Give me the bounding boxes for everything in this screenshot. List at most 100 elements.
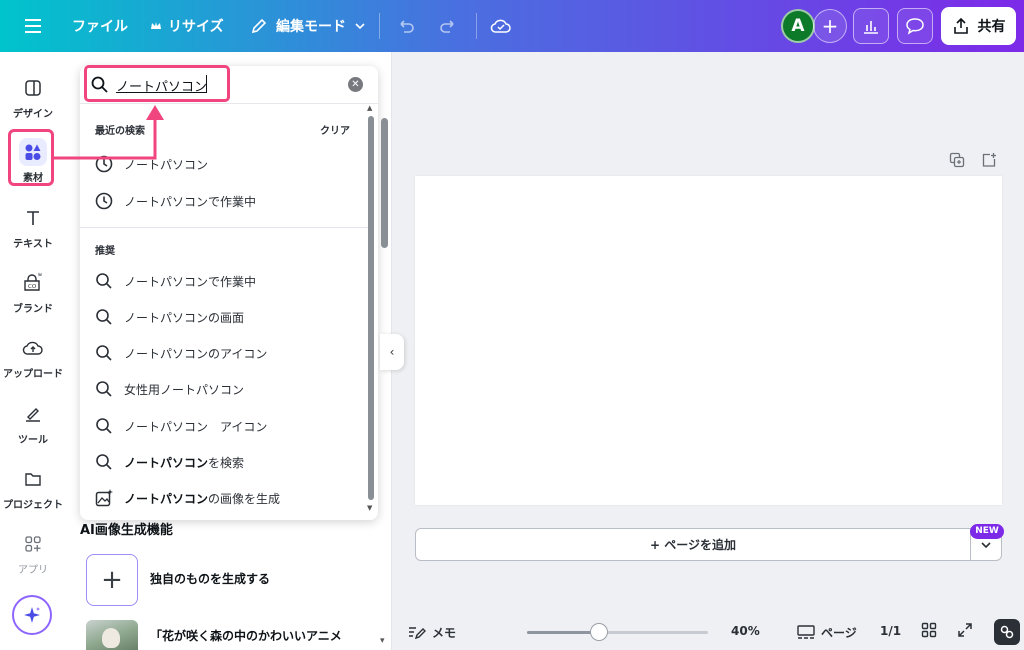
rail-item-upload[interactable]: アップロード — [0, 330, 66, 390]
redo-icon — [440, 20, 454, 33]
cloud-save-button[interactable] — [490, 0, 512, 52]
fullscreen-button[interactable] — [957, 622, 973, 638]
insights-button[interactable] — [853, 8, 889, 44]
suggestion-item[interactable]: ノートパソコンで作業中 — [80, 263, 370, 299]
zoom-slider-knob[interactable] — [590, 623, 608, 641]
scroll-down-arrow[interactable]: ▼ — [367, 504, 372, 512]
clear-search-icon[interactable]: ✕ — [348, 77, 363, 92]
suggestion-item[interactable]: ノートパソコンのアイコン — [80, 335, 370, 371]
plus-icon: + — [101, 565, 123, 595]
share-button[interactable]: 共有 — [941, 7, 1016, 45]
search-query-bold: ノートパソコン — [124, 456, 209, 470]
search-icon — [96, 418, 112, 434]
pages-label: ページ — [821, 626, 857, 640]
grid-view-button[interactable] — [921, 622, 937, 638]
rail-label: デザイン — [13, 109, 53, 120]
menu-icon[interactable] — [22, 15, 44, 37]
rail-item-design[interactable]: デザイン — [0, 70, 66, 130]
suggestion-item[interactable]: 女性用ノートパソコン — [80, 371, 370, 407]
rail-item-brand[interactable]: CO ブランド — [0, 265, 66, 325]
avatar-initial: A — [791, 16, 805, 36]
suggestion-item[interactable]: ノートパソコンの画面 — [80, 299, 370, 335]
help-feedback-button[interactable] — [994, 619, 1020, 645]
new-badge: NEW — [970, 524, 1004, 539]
avatar[interactable]: A — [781, 9, 815, 43]
generate-image-label: ノートパソコンの画像を生成 — [124, 490, 280, 507]
rail-label: アプリ — [18, 565, 48, 576]
toolbar-divider — [379, 13, 380, 39]
bar-chart-icon — [864, 21, 878, 34]
toolbar-divider — [476, 13, 477, 39]
collapse-panel-button[interactable]: ‹ — [380, 334, 404, 370]
suggestion-label: ノートパソコンの画面 — [124, 311, 245, 325]
scrollbar-thumb[interactable] — [368, 116, 374, 500]
pages-icon — [797, 624, 815, 639]
apps-icon — [19, 530, 47, 558]
chevron-down-icon — [981, 541, 991, 548]
clear-recent-button[interactable]: クリア — [320, 122, 350, 137]
rail-item-projects[interactable]: プロジェクト — [0, 461, 66, 521]
folder-icon — [19, 465, 47, 493]
redo-button[interactable] — [438, 0, 458, 52]
dropdown-scrollbar[interactable]: ▲ ▼ — [367, 104, 374, 512]
zoom-value[interactable]: 40% — [731, 624, 760, 638]
suggestion-item[interactable]: ノートパソコン アイコン — [80, 408, 370, 444]
pages-button[interactable]: ページ — [797, 624, 857, 641]
notes-icon — [409, 626, 426, 639]
scroll-up-arrow[interactable]: ▲ — [367, 104, 372, 112]
prompt-example-label[interactable]: 「花が咲く森の中のかわいいアニメ — [150, 627, 342, 644]
link-icon — [1000, 625, 1014, 639]
magic-assistant-button[interactable] — [12, 595, 52, 635]
svg-text:CO: CO — [28, 284, 37, 290]
zoom-slider[interactable] — [527, 623, 708, 641]
zoom-slider-fill — [527, 631, 599, 634]
highlight-elements-tab — [8, 129, 54, 186]
share-upload-icon — [953, 17, 968, 34]
generate-own-button[interactable]: + — [86, 554, 138, 606]
rail-label: アップロード — [3, 369, 63, 380]
rail-label: プロジェクト — [3, 500, 63, 511]
add-page-button[interactable]: + ページを追加 — [415, 528, 971, 561]
scroll-down-arrow[interactable]: ▾ — [380, 636, 385, 646]
recent-search-label: ノートパソコンで作業中 — [124, 195, 257, 209]
crown-icon — [151, 22, 161, 29]
search-action-item[interactable]: ノートパソコンを検索 — [80, 444, 370, 480]
design-canvas[interactable] — [415, 176, 1002, 505]
rail-label: ツール — [18, 435, 48, 446]
duplicate-page-icon[interactable] — [949, 152, 965, 168]
panel-scrollbar-thumb[interactable] — [381, 118, 388, 248]
rail-item-text[interactable]: テキスト — [0, 200, 66, 260]
search-action-label: ノートパソコンを検索 — [124, 454, 244, 471]
add-collaborator-button[interactable]: + — [813, 9, 847, 43]
resize-button[interactable]: リサイズ — [150, 0, 224, 52]
image-generate-icon — [95, 489, 113, 507]
clock-icon — [95, 192, 113, 210]
sparkle-icon — [24, 607, 40, 623]
text-icon — [19, 204, 47, 232]
file-menu-button[interactable]: ファイル — [72, 0, 128, 52]
prompt-example-thumbnail[interactable] — [86, 620, 138, 650]
ai-image-heading: AI画像生成機能 — [80, 523, 173, 538]
highlight-search-box — [84, 65, 230, 102]
undo-button[interactable] — [396, 0, 416, 52]
file-menu-label: ファイル — [72, 19, 128, 35]
add-page-icon[interactable] — [981, 152, 997, 168]
search-dropdown: ノートパソコン ✕ 最近の検索 クリア ノートパソコン ノートパソコンで作業中 … — [80, 66, 378, 520]
add-page-label: + ページを追加 — [650, 538, 736, 552]
rail-item-tools[interactable]: ツール — [0, 396, 66, 456]
edit-mode-button[interactable]: 編集モード — [250, 0, 366, 52]
notes-button[interactable]: メモ — [408, 624, 456, 641]
recent-search-item[interactable]: ノートパソコンで作業中 — [80, 183, 370, 219]
generate-own-label[interactable]: 独自のものを生成する — [150, 570, 270, 587]
edit-mode-label: 編集モード — [276, 19, 346, 35]
recent-searches-heading: 最近の検索 — [95, 126, 145, 137]
rail-item-apps[interactable]: アプリ — [0, 526, 66, 586]
search-icon — [96, 273, 112, 289]
resize-label: リサイズ — [168, 19, 224, 35]
comments-button[interactable] — [897, 8, 933, 44]
generate-image-item[interactable]: ノートパソコンの画像を生成 — [80, 480, 370, 516]
search-icon — [96, 454, 112, 470]
recent-search-item[interactable]: ノートパソコン — [80, 146, 370, 182]
top-toolbar: ファイル リサイズ 編集モード A + 共有 — [0, 0, 1024, 52]
search-icon — [96, 381, 112, 397]
